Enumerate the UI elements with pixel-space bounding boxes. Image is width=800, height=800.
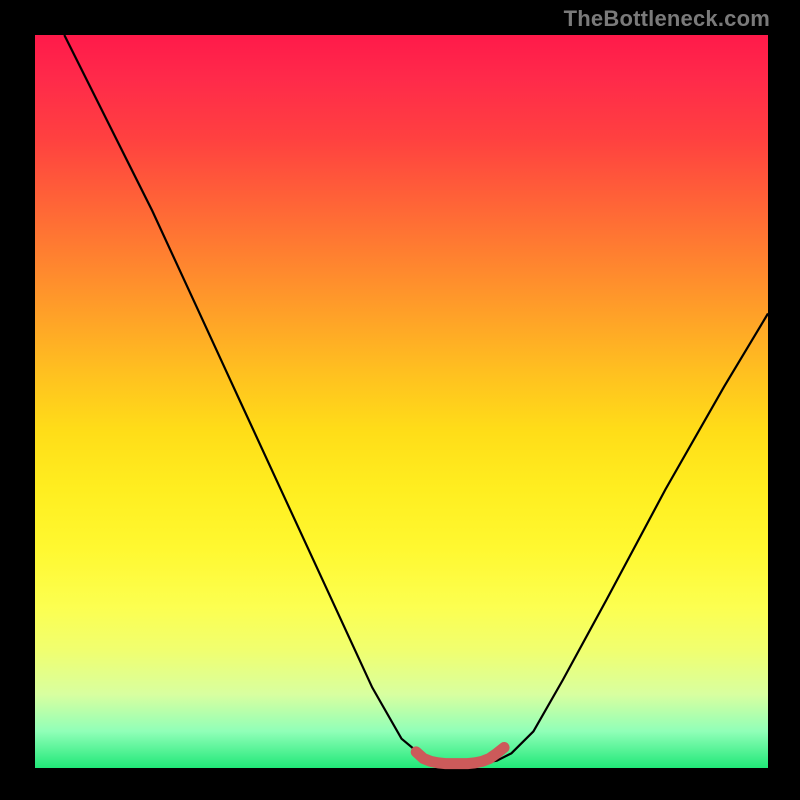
chart-svg	[35, 35, 768, 768]
chart-canvas: TheBottleneck.com	[0, 0, 800, 800]
watermark-text: TheBottleneck.com	[564, 6, 770, 32]
bottom-marker-line	[416, 748, 504, 764]
curve-line	[64, 35, 768, 764]
